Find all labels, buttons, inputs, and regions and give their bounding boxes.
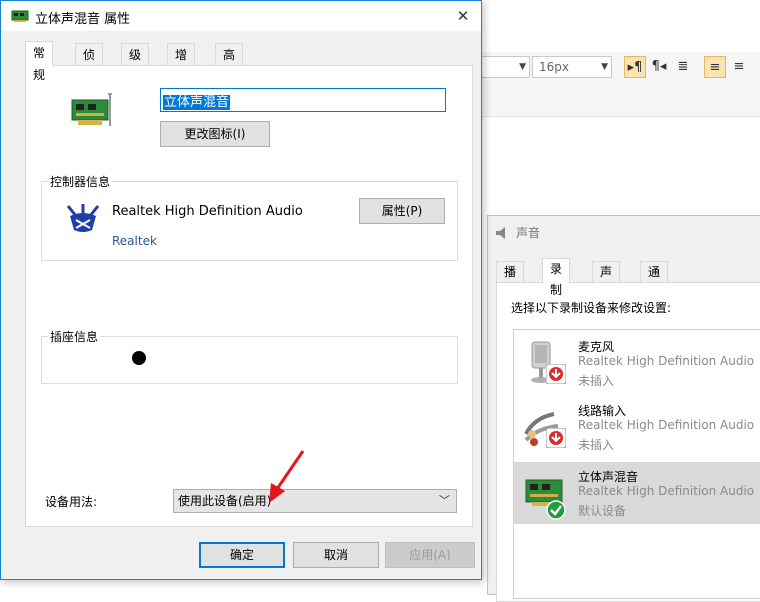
font-family-select[interactable]: ▼	[480, 56, 530, 78]
indent-icon[interactable]: ≣	[672, 56, 694, 78]
general-panel: 立体声混音 更改图标(I) 控制器信息 Realtek High Definit…	[25, 65, 473, 527]
tab-enhancements[interactable]: 增强	[167, 43, 196, 84]
device-status: 默认设备	[578, 504, 627, 518]
speaker-icon	[496, 227, 505, 239]
annotation-arrow-icon	[269, 450, 305, 503]
device-driver: Realtek High Definition Audio	[578, 484, 755, 498]
tab-sounds[interactable]: 声音	[592, 261, 621, 300]
list-item[interactable]: 立体声混音 Realtek High Definition Audio 默认设备	[514, 462, 760, 524]
sound-card-icon	[71, 93, 112, 126]
tab-recording[interactable]: 录制	[542, 258, 571, 297]
tab-general[interactable]: 常规	[25, 41, 54, 82]
list-item[interactable]: 麦克风 Realtek High Definition Audio 未插入	[514, 332, 760, 394]
align-ltr-icon[interactable]: ▸¶	[624, 56, 646, 78]
tab-levels[interactable]: 级别	[121, 43, 150, 84]
device-usage-label: 设备用法:	[45, 495, 98, 509]
cursor-dot	[132, 351, 146, 365]
down-arrow-badge-icon	[546, 364, 566, 384]
device-status: 未插入	[578, 374, 615, 388]
controller-name: Realtek High Definition Audio	[112, 204, 303, 219]
tab-listen[interactable]: 侦听	[75, 43, 104, 84]
sound-dialog: 声音 播放 录制 声音 通信 选择以下录制设备来修改设置:	[487, 215, 760, 602]
apply-button[interactable]: 应用(A)	[385, 542, 475, 568]
dialog-title: 立体声混音 属性	[35, 12, 131, 27]
device-usage-select[interactable]: 使用此设备(启用) ﹀	[173, 489, 457, 513]
sound-dialog-title: 声音	[496, 224, 540, 242]
ok-button[interactable]: 确定	[199, 542, 285, 568]
device-name-value: 立体声混音	[163, 95, 231, 110]
device-driver: Realtek High Definition Audio	[578, 354, 755, 368]
align-rtl-icon[interactable]: ¶◂	[648, 56, 670, 78]
align-left-icon[interactable]: ≡	[704, 56, 726, 78]
tab-playback[interactable]: 播放	[496, 261, 525, 300]
jack-info-group: 插座信息	[41, 328, 458, 384]
recording-prompt: 选择以下录制设备来修改设置:	[511, 301, 672, 315]
font-size-select[interactable]: 16px ▼	[532, 56, 612, 78]
properties-titlebar[interactable]: 立体声混音 属性 ✕	[1, 1, 481, 31]
device-driver: Realtek High Definition Audio	[578, 418, 755, 432]
check-badge-icon	[546, 500, 566, 520]
change-icon-button[interactable]: 更改图标(I)	[160, 121, 270, 147]
device-name: 立体声混音	[578, 470, 639, 484]
sound-card-icon	[11, 10, 29, 22]
recording-panel: 选择以下录制设备来修改设置: 麦克风 Realtek High Definiti…	[496, 282, 760, 602]
close-icon[interactable]: ✕	[451, 4, 475, 28]
tab-communications[interactable]: 通信	[640, 261, 669, 300]
properties-dialog: 立体声混音 属性 ✕ 常规 侦听 级别 增强 高级 立体声混音 更改图标(I) …	[0, 0, 482, 580]
controller-vendor: Realtek	[112, 234, 157, 248]
align-center-icon[interactable]: ≡	[728, 56, 750, 78]
device-name: 线路输入	[578, 404, 627, 418]
chevron-down-icon: ▼	[519, 62, 526, 72]
tab-advanced[interactable]: 高级	[215, 43, 244, 84]
device-name: 麦克风	[578, 340, 615, 354]
device-status: 未插入	[578, 438, 615, 452]
controller-info-label: 控制器信息	[48, 173, 113, 190]
recording-device-list: 麦克风 Realtek High Definition Audio 未插入 线路…	[513, 329, 760, 599]
list-item[interactable]: 线路输入 Realtek High Definition Audio 未插入	[514, 396, 760, 458]
font-size-value: 16px	[539, 60, 569, 74]
chevron-down-icon: ▼	[601, 62, 608, 72]
controller-info-group: 控制器信息 Realtek High Definition Audio Real…	[41, 173, 458, 261]
device-name-input[interactable]: 立体声混音	[160, 88, 446, 112]
controller-properties-button[interactable]: 属性(P)	[359, 198, 445, 224]
device-usage-value: 使用此设备(启用)	[178, 494, 272, 508]
down-arrow-badge-icon	[546, 428, 566, 448]
realtek-logo-icon	[66, 204, 100, 232]
chevron-down-icon: ﹀	[439, 494, 450, 507]
jack-info-label: 插座信息	[48, 328, 101, 345]
cancel-button[interactable]: 取消	[293, 542, 379, 568]
